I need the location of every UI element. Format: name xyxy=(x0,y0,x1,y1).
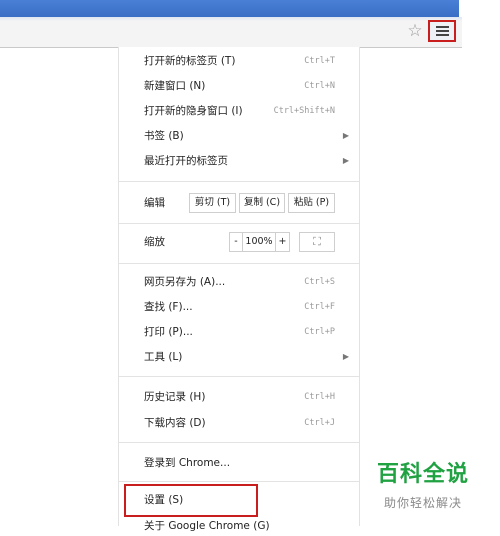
menu-item-shortcut: Ctrl+P xyxy=(304,327,335,337)
menu-item-shortcut: Ctrl+N xyxy=(304,81,335,91)
menu-item-label: 最近打开的标签页 xyxy=(144,155,228,167)
menu-item-new-window[interactable]: 新建窗口 (N) Ctrl+N xyxy=(119,76,359,96)
menu-item-downloads[interactable]: 下载内容 (D) Ctrl+J xyxy=(119,413,359,433)
settings-highlight-box xyxy=(124,484,258,517)
menu-item-label: 查找 (F)... xyxy=(144,301,193,313)
menu-item-label: 历史记录 (H) xyxy=(144,391,206,403)
menu-item-label: 新建窗口 (N) xyxy=(144,80,206,92)
menu-item-shortcut: Ctrl+Shift+N xyxy=(273,106,335,116)
browser-title-bar xyxy=(0,0,459,17)
star-icon[interactable]: ☆ xyxy=(405,21,425,41)
menu-separator xyxy=(119,376,359,377)
menu-item-shortcut: Ctrl+T xyxy=(304,56,335,66)
menu-icon xyxy=(435,26,449,36)
submenu-arrow-icon: ▶ xyxy=(342,352,349,361)
fullscreen-icon: ⛶ xyxy=(313,235,321,248)
menu-item-label: 登录到 Chrome... xyxy=(144,457,231,469)
toolbar-shade xyxy=(0,17,462,21)
menu-item-shortcut: Ctrl+S xyxy=(304,277,335,287)
menu-separator xyxy=(119,442,359,443)
menu-item-tools[interactable]: 工具 (L) ▶ xyxy=(119,347,359,367)
paste-button[interactable]: 粘贴 (P) xyxy=(288,193,335,213)
browser-toolbar xyxy=(0,17,462,48)
menu-item-recent-tabs[interactable]: 最近打开的标签页 ▶ xyxy=(119,151,359,171)
menu-item-label: 下载内容 (D) xyxy=(144,417,206,429)
menu-separator xyxy=(119,481,359,482)
menu-item-label: 打印 (P)... xyxy=(144,326,193,338)
menu-item-about[interactable]: 关于 Google Chrome (G) xyxy=(119,516,359,536)
menu-item-label: 缩放 xyxy=(144,236,165,248)
menu-separator xyxy=(119,223,359,224)
cut-button[interactable]: 剪切 (T) xyxy=(189,193,236,213)
menu-item-incognito[interactable]: 打开新的隐身窗口 (I) Ctrl+Shift+N xyxy=(119,101,359,121)
zoom-out-button[interactable]: - xyxy=(229,232,243,252)
zoom-level: 100% xyxy=(243,232,275,252)
menu-item-save-as[interactable]: 网页另存为 (A)... Ctrl+S xyxy=(119,272,359,292)
menu-item-shortcut: Ctrl+F xyxy=(304,302,335,312)
watermark-title: 百科全说 xyxy=(377,462,470,487)
watermark-subtitle: 助你轻松解决 xyxy=(384,496,463,510)
menu-item-label: 打开新的标签页 (T) xyxy=(144,55,236,67)
submenu-arrow-icon: ▶ xyxy=(342,156,349,165)
menu-item-label: 编辑 xyxy=(144,197,165,209)
menu-item-bookmarks[interactable]: 书签 (B) ▶ xyxy=(119,126,359,146)
title-bar-right xyxy=(459,0,500,17)
menu-item-history[interactable]: 历史记录 (H) Ctrl+H xyxy=(119,387,359,407)
menu-separator xyxy=(119,181,359,182)
menu-item-label: 书签 (B) xyxy=(144,130,184,142)
menu-item-sign-in[interactable]: 登录到 Chrome... xyxy=(119,453,359,473)
fullscreen-button[interactable]: ⛶ xyxy=(299,232,335,252)
menu-item-shortcut: Ctrl+J xyxy=(304,418,335,428)
menu-item-find[interactable]: 查找 (F)... Ctrl+F xyxy=(119,297,359,317)
copy-button[interactable]: 复制 (C) xyxy=(239,193,285,213)
submenu-arrow-icon: ▶ xyxy=(342,131,349,140)
chrome-menu-button[interactable] xyxy=(428,20,456,42)
menu-item-label: 网页另存为 (A)... xyxy=(144,276,226,288)
menu-item-print[interactable]: 打印 (P)... Ctrl+P xyxy=(119,322,359,342)
menu-item-label: 工具 (L) xyxy=(144,351,183,363)
chrome-dropdown-menu: 打开新的标签页 (T) Ctrl+T 新建窗口 (N) Ctrl+N 打开新的隐… xyxy=(118,47,360,532)
menu-separator xyxy=(119,263,359,264)
menu-item-label: 打开新的隐身窗口 (I) xyxy=(144,105,243,117)
menu-item-label: 关于 Google Chrome (G) xyxy=(144,520,270,532)
zoom-in-button[interactable]: + xyxy=(275,232,290,252)
menu-item-new-tab[interactable]: 打开新的标签页 (T) Ctrl+T xyxy=(119,51,359,71)
menu-item-shortcut: Ctrl+H xyxy=(304,392,335,402)
